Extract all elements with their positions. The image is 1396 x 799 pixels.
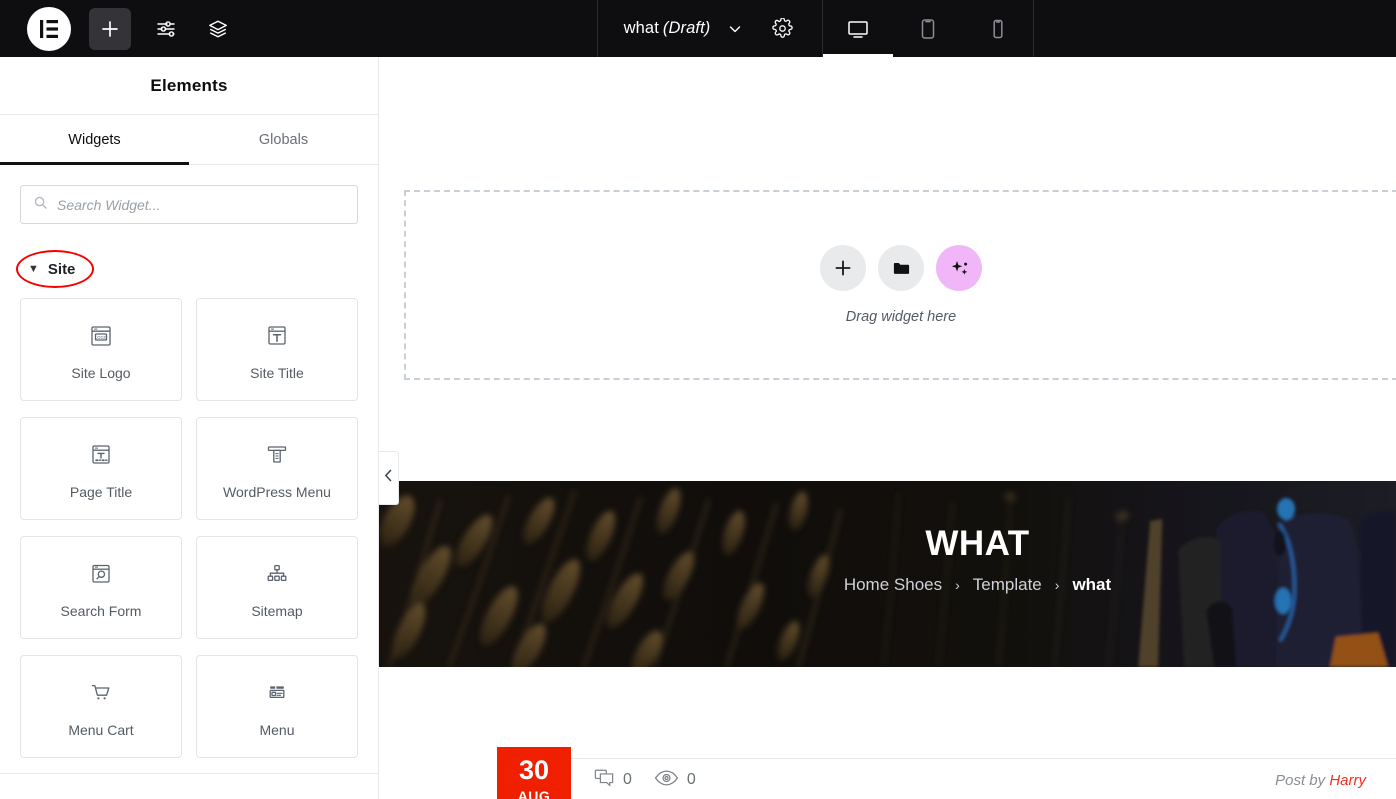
- eye-icon: [654, 769, 679, 792]
- panel-header: Elements: [0, 57, 378, 115]
- widget-label: Menu: [259, 721, 295, 738]
- document-title-text: what: [623, 19, 659, 37]
- post-byline: Post by Harry: [1275, 772, 1366, 789]
- post-meta-bar: 30 AUG 0 0 Post by Harry: [379, 667, 1396, 799]
- elementor-logo-icon[interactable]: [27, 6, 71, 51]
- breadcrumb-separator: ›: [1054, 576, 1060, 593]
- post-comments[interactable]: 0: [593, 768, 632, 793]
- add-container-button[interactable]: [820, 245, 866, 291]
- layers-icon[interactable]: [201, 12, 235, 46]
- post-date-month: AUG: [517, 787, 551, 799]
- panel-tabs: Widgets Globals: [0, 115, 378, 165]
- post-date-badge: 30 AUG: [497, 747, 571, 799]
- editor-canvas: Drag widget here WHAT Home Shoes › Templ…: [379, 57, 1396, 799]
- menu-icon: [262, 676, 292, 710]
- widget-label: WordPress Menu: [223, 483, 331, 500]
- post-meta-row: 0 0 Post by Harry: [571, 758, 1396, 799]
- panel-content: ▼ Site LOGO: [0, 165, 378, 773]
- panel-collapse-button[interactable]: [379, 451, 399, 505]
- device-desktop-button[interactable]: [823, 0, 894, 57]
- widget-search-form[interactable]: Search Form: [20, 536, 182, 639]
- svg-text:LOGO: LOGO: [95, 334, 108, 339]
- hero-overlay: WHAT Home Shoes › Template › what: [379, 481, 1396, 667]
- wordpress-menu-icon: [262, 438, 292, 472]
- widget-label: Menu Cart: [68, 721, 134, 738]
- widget-label: Sitemap: [251, 602, 303, 619]
- widget-wordpress-menu[interactable]: WordPress Menu: [196, 417, 358, 520]
- widget-label: Page Title: [69, 483, 133, 500]
- chevron-down-icon[interactable]: [724, 18, 746, 40]
- device-preview-switcher: [823, 0, 1033, 57]
- site-title-icon: [262, 319, 292, 353]
- sparkle-ai-icon[interactable]: [936, 245, 982, 291]
- search-icon: [33, 195, 48, 215]
- breadcrumb-item[interactable]: Home Shoes: [844, 575, 942, 595]
- widget-menu[interactable]: Menu: [196, 655, 358, 758]
- panel-footer: [0, 773, 378, 799]
- drop-zone-inner: Drag widget here: [406, 245, 1396, 325]
- widget-grid: LOGO Site Logo Site Title Page Title Wor…: [20, 298, 358, 758]
- top-bar-right-area: [1034, 0, 1396, 57]
- search-input[interactable]: [57, 196, 345, 213]
- breadcrumb: Home Shoes › Template › what: [844, 575, 1111, 595]
- top-bar: what (Draft): [0, 0, 1396, 57]
- device-mobile-button[interactable]: [963, 0, 1033, 57]
- widget-label: Search Form: [60, 602, 142, 619]
- document-title-area[interactable]: what (Draft): [598, 0, 823, 57]
- site-logo-icon: LOGO: [86, 319, 116, 353]
- add-element-button[interactable]: [89, 7, 131, 50]
- widget-site-logo[interactable]: LOGO Site Logo: [20, 298, 182, 401]
- widget-page-title[interactable]: Page Title: [20, 417, 182, 520]
- cart-icon: [86, 676, 116, 710]
- tab-globals[interactable]: Globals: [189, 115, 378, 164]
- post-comments-count: 0: [623, 771, 632, 788]
- widget-label: Site Title: [250, 364, 304, 381]
- tab-globals-label: Globals: [258, 131, 309, 148]
- document-status: (Draft): [662, 19, 711, 37]
- post-date-day: 30: [518, 754, 550, 785]
- breadcrumb-item[interactable]: Template: [973, 575, 1042, 595]
- widget-site-title[interactable]: Site Title: [196, 298, 358, 401]
- hero-banner: WHAT Home Shoes › Template › what: [379, 481, 1396, 667]
- widget-label: Site Logo: [71, 364, 131, 381]
- breadcrumb-item-current: what: [1072, 574, 1112, 594]
- hero-title: WHAT: [925, 523, 1030, 563]
- caret-down-icon[interactable]: ▼: [28, 263, 39, 275]
- search-widget-box[interactable]: [20, 185, 358, 224]
- post-views-count: 0: [686, 771, 696, 788]
- breadcrumb-separator: ›: [955, 576, 960, 593]
- document-title[interactable]: what (Draft): [624, 19, 711, 38]
- folder-icon[interactable]: [878, 245, 924, 291]
- editor-body: Elements Widgets Globals Search Widget..…: [0, 57, 1396, 799]
- elements-panel: Elements Widgets Globals Search Widget..…: [0, 57, 379, 799]
- page-title-icon: [86, 438, 116, 472]
- post-author[interactable]: Harry: [1329, 772, 1366, 789]
- page-title: Elements: [150, 75, 228, 95]
- drop-zone-hint: Drag widget here: [845, 309, 957, 325]
- gear-icon[interactable]: [768, 15, 796, 43]
- widget-menu-cart[interactable]: Menu Cart: [20, 655, 182, 758]
- device-tablet-button[interactable]: [893, 0, 963, 57]
- tab-widgets[interactable]: Widgets: [0, 115, 189, 165]
- top-bar-left-tools: [0, 0, 235, 57]
- sitemap-icon: [262, 557, 292, 591]
- comment-icon: [593, 768, 615, 793]
- chevron-left-icon: [384, 469, 393, 487]
- widget-sitemap[interactable]: Sitemap: [196, 536, 358, 639]
- post-byline-prefix: Post by: [1275, 771, 1326, 789]
- elementor-editor: what (Draft) Elements Widgets Globals Se…: [0, 0, 1396, 799]
- widget-section-site[interactable]: ▼ Site: [16, 250, 358, 288]
- drop-zone[interactable]: Drag widget here: [404, 190, 1396, 380]
- widget-section-label: Site: [47, 260, 76, 278]
- sliders-icon[interactable]: [149, 12, 183, 46]
- tab-widgets-label: Widgets: [68, 131, 121, 148]
- post-views[interactable]: 0: [654, 769, 696, 792]
- search-form-icon: [86, 557, 116, 591]
- drop-zone-buttons: [820, 245, 982, 291]
- post-meta-stats: 0 0: [593, 768, 696, 793]
